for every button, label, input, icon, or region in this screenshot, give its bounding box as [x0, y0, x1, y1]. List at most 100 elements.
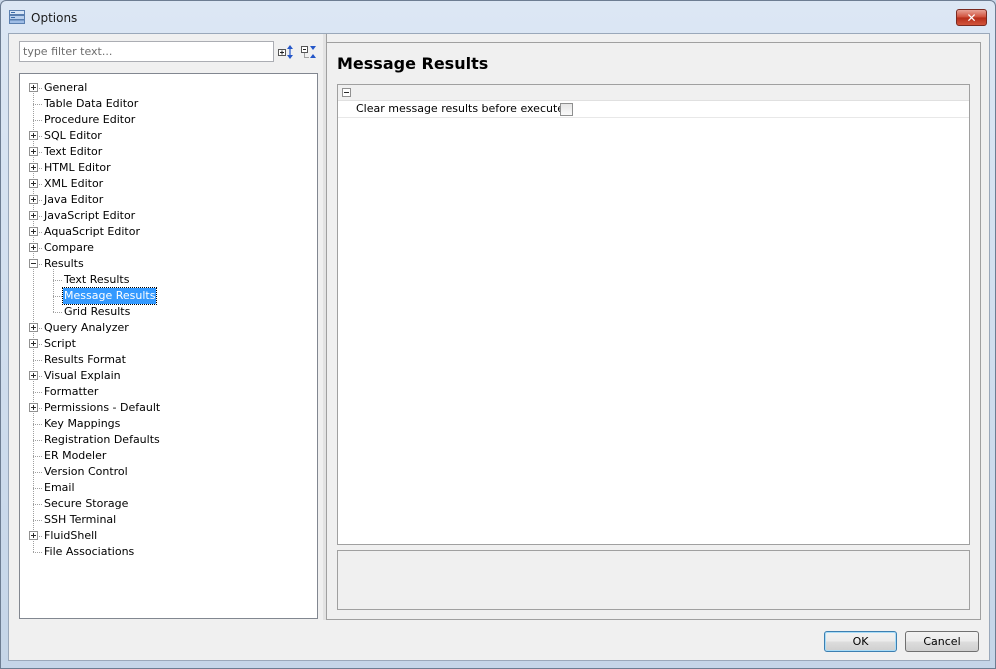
tree-item[interactable]: Registration Defaults [20, 432, 310, 448]
tree-item-label: Results Format [44, 353, 126, 366]
expand-node-icon[interactable] [29, 339, 38, 348]
clear-message-results-label: Clear message results before execute [356, 102, 565, 115]
dialog-client-area: General Table Data Editor Procedure Editor… [8, 33, 990, 661]
tree-item-label: Java Editor [44, 193, 104, 206]
tree-item[interactable]: Version Control [20, 464, 310, 480]
ok-button[interactable]: OK [824, 631, 897, 652]
tree-item[interactable]: Text Editor [20, 144, 310, 160]
filter-input[interactable] [19, 41, 274, 62]
tree-item-label: File Associations [44, 545, 135, 558]
tree-connector [33, 552, 42, 553]
tree-item[interactable]: Procedure Editor [20, 112, 310, 128]
tree-item-label: Script [44, 337, 76, 350]
tree-item-label: Text Editor [44, 145, 103, 158]
tree-item[interactable]: SQL Editor [20, 128, 310, 144]
property-grid: Clear message results before execute [337, 84, 970, 545]
close-icon: ✕ [966, 11, 977, 25]
close-button[interactable]: ✕ [956, 9, 987, 26]
tree-item[interactable]: Key Mappings [20, 416, 310, 432]
tree-item-label: HTML Editor [44, 161, 111, 174]
options-tree[interactable]: General Table Data Editor Procedure Editor… [19, 73, 318, 619]
tree-item[interactable]: JavaScript Editor [20, 208, 310, 224]
tree-connector [33, 520, 42, 521]
clear-message-results-checkbox[interactable] [560, 103, 573, 116]
expand-node-icon[interactable] [29, 163, 38, 172]
tree-item[interactable]: Results [20, 256, 310, 272]
expand-node-icon[interactable] [29, 323, 38, 332]
tree-item[interactable]: Secure Storage [20, 496, 310, 512]
tree-item[interactable]: Permissions - Default [20, 400, 310, 416]
options-dialog: Options ✕ General Table Data Editor Proced… [0, 0, 996, 669]
tree-item[interactable]: ER Modeler [20, 448, 310, 464]
tree-item-label: Message Results [61, 287, 158, 305]
expand-node-icon[interactable] [29, 179, 38, 188]
tree-connector [33, 392, 42, 393]
tree-connector [33, 120, 42, 121]
property-description-area [337, 550, 970, 610]
preference-page: Message Results Clear message results be… [326, 42, 981, 620]
tree-item[interactable]: Java Editor [20, 192, 310, 208]
tree-connector [33, 504, 42, 505]
tree-item-label: Version Control [44, 465, 128, 478]
tree-item[interactable]: Email [20, 480, 310, 496]
expand-all-icon[interactable] [277, 43, 295, 61]
tree-item[interactable]: XML Editor [20, 176, 310, 192]
expand-node-icon[interactable] [29, 531, 38, 540]
tree-connector [53, 296, 62, 297]
tree-connector [53, 312, 62, 313]
tree-item[interactable]: Text Results [20, 272, 310, 288]
tree-item-label: Query Analyzer [44, 321, 129, 334]
collapse-section-icon[interactable] [342, 88, 351, 97]
expand-node-icon[interactable] [29, 403, 38, 412]
expand-node-icon[interactable] [29, 195, 38, 204]
tree-item-label: JavaScript Editor [44, 209, 136, 222]
expand-node-icon[interactable] [29, 211, 38, 220]
tree-item-label: FluidShell [44, 529, 98, 542]
tree-item[interactable]: Message Results [20, 287, 310, 305]
tree-item-label: Visual Explain [44, 369, 121, 382]
tree-connector [33, 456, 42, 457]
expand-node-icon[interactable] [29, 371, 38, 380]
page-title: Message Results [337, 54, 489, 73]
window-title: Options [31, 11, 78, 25]
tree-connector [33, 424, 42, 425]
expand-node-icon[interactable] [29, 147, 38, 156]
expand-node-icon[interactable] [29, 131, 38, 140]
tree-item[interactable]: Results Format [20, 352, 310, 368]
tree-item[interactable]: Script [20, 336, 310, 352]
tree-item[interactable]: General [20, 80, 310, 96]
tree-item[interactable]: Query Analyzer [20, 320, 310, 336]
tree-item-label: Procedure Editor [44, 113, 136, 126]
title-bar[interactable]: Options ✕ [1, 1, 995, 33]
collapse-all-icon[interactable] [300, 43, 318, 61]
tree-item[interactable]: Visual Explain [20, 368, 310, 384]
tree-connector [33, 360, 42, 361]
tree-connector [33, 472, 42, 473]
tree-item-label: Formatter [44, 385, 99, 398]
expand-node-icon[interactable] [29, 227, 38, 236]
tree-item-label: SQL Editor [44, 129, 102, 142]
expand-node-icon[interactable] [29, 243, 38, 252]
tree-item[interactable]: Compare [20, 240, 310, 256]
tree-item[interactable]: FluidShell [20, 528, 310, 544]
tree-connector [33, 104, 42, 105]
expand-node-icon[interactable] [29, 83, 38, 92]
tree-item[interactable]: Grid Results [20, 304, 310, 320]
tree-item-label: Grid Results [64, 305, 131, 318]
tree-item[interactable]: Table Data Editor [20, 96, 310, 112]
tree-item-label: Compare [44, 241, 94, 254]
tree-item-label: ER Modeler [44, 449, 107, 462]
tree-item[interactable]: File Associations [20, 544, 310, 560]
tree-item[interactable]: Formatter [20, 384, 310, 400]
tree-item[interactable]: SSH Terminal [20, 512, 310, 528]
cancel-button[interactable]: Cancel [905, 631, 979, 652]
tree-item-label: Key Mappings [44, 417, 121, 430]
property-row[interactable]: Clear message results before execute [338, 101, 969, 118]
tree-item[interactable]: HTML Editor [20, 160, 310, 176]
tree-item[interactable]: AquaScript Editor [20, 224, 310, 240]
property-section-header [338, 85, 969, 101]
tree-item-label: AquaScript Editor [44, 225, 140, 238]
collapse-node-icon[interactable] [29, 259, 38, 268]
tree-connector [33, 440, 42, 441]
tree-item-label: Results [44, 257, 84, 270]
